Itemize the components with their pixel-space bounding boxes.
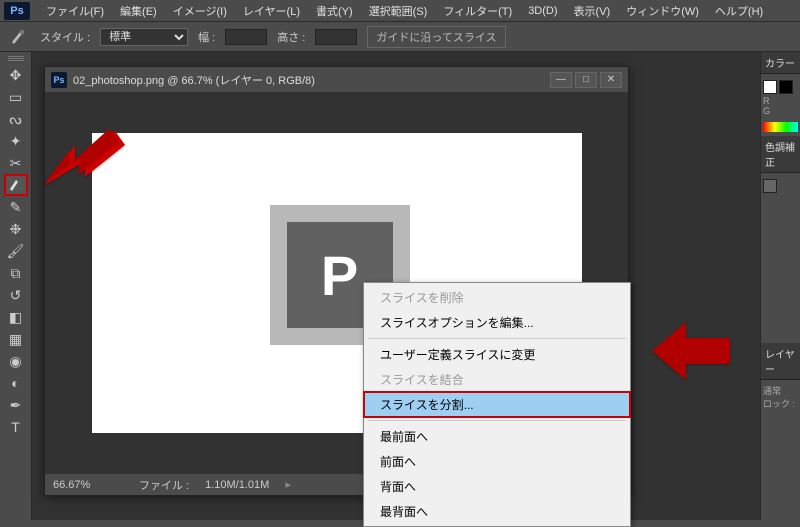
minimize-button[interactable]: — <box>550 72 572 88</box>
menu-view[interactable]: 表示(V) <box>566 3 619 19</box>
g-label: G <box>763 106 798 116</box>
blend-mode[interactable]: 通常 <box>763 384 798 397</box>
tool-gradient[interactable]: ▦ <box>4 328 28 350</box>
height-label: 高さ : <box>277 29 305 45</box>
menu-help[interactable]: ヘルプ(H) <box>707 3 771 19</box>
menu-filter[interactable]: フィルター(T) <box>435 3 520 19</box>
ctx-separator <box>368 338 626 339</box>
style-select[interactable]: 標準 <box>100 28 188 46</box>
ctx-edit-slice-options[interactable]: スライスオプションを編集... <box>364 310 630 335</box>
foreground-swatch[interactable] <box>763 80 777 94</box>
panels-dock: カラー R G 色調補正 レイヤー 通常 ロック : <box>760 52 800 520</box>
layers-panel-tab[interactable]: レイヤー <box>761 343 800 380</box>
ctx-send-to-back[interactable]: 最背面へ <box>364 499 630 524</box>
tool-eyedropper[interactable]: ✎ <box>4 196 28 218</box>
menu-edit[interactable]: 編集(E) <box>112 3 165 19</box>
ctx-bring-to-front[interactable]: 最前面へ <box>364 424 630 449</box>
background-swatch[interactable] <box>779 80 793 94</box>
tool-pen[interactable]: ✒ <box>4 394 28 416</box>
menu-3d[interactable]: 3D(D) <box>520 5 565 17</box>
hue-strip[interactable] <box>763 122 798 132</box>
tool-dodge[interactable]: ◐ <box>4 372 28 394</box>
file-size-value: 1.10M/1.01M <box>205 479 269 491</box>
toolbox-grip[interactable] <box>8 56 24 62</box>
document-titlebar[interactable]: Ps 02_photoshop.png @ 66.7% (レイヤー 0, RGB… <box>45 67 628 93</box>
ctx-combine-slices: スライスを結合 <box>364 367 630 392</box>
tool-spot-heal[interactable]: ❉ <box>4 218 28 240</box>
menu-select[interactable]: 選択範囲(S) <box>361 3 436 19</box>
tool-clone[interactable]: ⧉ <box>4 262 28 284</box>
height-input[interactable] <box>315 29 357 45</box>
maximize-button[interactable]: □ <box>575 72 597 88</box>
menu-image[interactable]: イメージ(I) <box>165 3 235 19</box>
slice-from-guides-button[interactable]: ガイドに沿ってスライス <box>367 26 505 48</box>
options-bar: スタイル : 標準 幅 : 高さ : ガイドに沿ってスライス <box>0 22 800 52</box>
tool-lasso[interactable]: ᔓ <box>4 108 28 130</box>
menu-layer[interactable]: レイヤー(L) <box>235 3 308 19</box>
tool-blur[interactable]: ◉ <box>4 350 28 372</box>
ctx-delete-slice: スライスを削除 <box>364 285 630 310</box>
ctx-convert-to-user-slice[interactable]: ユーザー定義スライスに変更 <box>364 342 630 367</box>
ctx-separator <box>368 420 626 421</box>
style-label: スタイル : <box>40 29 90 45</box>
width-input[interactable] <box>225 29 267 45</box>
tool-text[interactable]: T <box>4 416 28 438</box>
r-label: R <box>763 96 798 106</box>
document-title: 02_photoshop.png @ 66.7% (レイヤー 0, RGB/8) <box>73 72 547 88</box>
ctx-send-backward[interactable]: 背面へ <box>364 474 630 499</box>
context-menu: スライスを削除 スライスオプションを編集... ユーザー定義スライスに変更 スラ… <box>363 282 631 527</box>
tool-wand[interactable]: ✦ <box>4 130 28 152</box>
adj-icon[interactable] <box>763 179 777 193</box>
tool-marquee[interactable]: ▭ <box>4 86 28 108</box>
zoom-value[interactable]: 66.67% <box>53 479 123 491</box>
close-button[interactable]: ✕ <box>600 72 622 88</box>
tool-move[interactable]: ✥ <box>4 64 28 86</box>
ctx-bring-forward[interactable]: 前面へ <box>364 449 630 474</box>
color-panel-tab[interactable]: カラー <box>761 52 800 74</box>
width-label: 幅 : <box>198 29 215 45</box>
lock-label: ロック : <box>763 397 798 410</box>
menu-window[interactable]: ウィンドウ(W) <box>618 3 707 19</box>
toolbox: ✥ ▭ ᔓ ✦ ✂ ✎ ❉ 🖌 ⧉ ↺ ◧ ▦ ◉ ◐ ✒ T <box>0 52 32 520</box>
menu-type[interactable]: 書式(Y) <box>308 3 361 19</box>
tool-brush[interactable]: 🖌 <box>4 240 28 262</box>
tool-eraser[interactable]: ◧ <box>4 306 28 328</box>
file-size-label: ファイル : <box>139 477 189 493</box>
app-logo: Ps <box>4 2 30 20</box>
adjustments-panel-tab[interactable]: 色調補正 <box>761 136 800 173</box>
tool-history-brush[interactable]: ↺ <box>4 284 28 306</box>
slice-tool-icon <box>8 26 30 48</box>
menu-file[interactable]: ファイル(F) <box>38 3 112 19</box>
tool-crop[interactable]: ✂ <box>4 152 28 174</box>
menu-bar: Ps ファイル(F) 編集(E) イメージ(I) レイヤー(L) 書式(Y) 選… <box>0 0 800 22</box>
ps-file-icon: Ps <box>51 72 67 88</box>
ctx-divide-slice[interactable]: スライスを分割... <box>364 392 630 417</box>
tool-slice-highlighted[interactable] <box>4 174 28 196</box>
